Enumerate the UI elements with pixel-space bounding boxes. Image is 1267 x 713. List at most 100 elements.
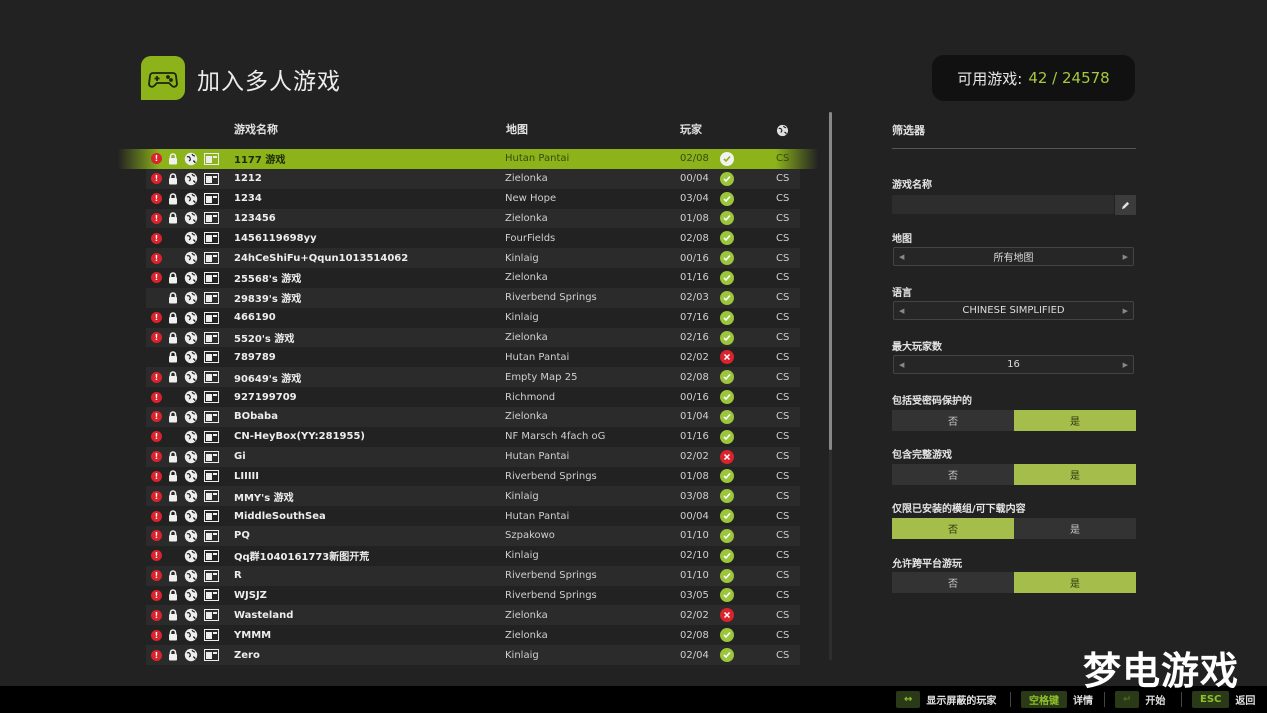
scrollbar-thumb[interactable] bbox=[829, 112, 832, 450]
server-row[interactable]: ! Qq群1040161773新图开荒 Kinlaig 02/10 CS bbox=[118, 546, 818, 566]
server-row[interactable]: ! Wasteland Zielonka 02/02 CS bbox=[118, 605, 818, 626]
server-row[interactable]: ! WJSJZ Riverbend Springs 03/05 CS bbox=[118, 586, 818, 606]
server-name: 789789 bbox=[234, 351, 276, 363]
server-row[interactable]: ! MMY's 游戏 Kinlaig 03/08 CS bbox=[118, 486, 818, 507]
globe-icon bbox=[184, 328, 198, 348]
server-row[interactable]: ! 24hCeShiFu+Qqun1013514062 Kinlaig 00/16 CS bbox=[118, 248, 818, 268]
server-language: CS bbox=[776, 470, 790, 482]
password-toggle-no[interactable]: 否 bbox=[892, 410, 1014, 431]
language-selector[interactable]: ◀ CHINESE SIMPLIFIED ▶ bbox=[893, 301, 1134, 320]
crossplay-toggle-no[interactable]: 否 bbox=[892, 572, 1014, 593]
server-available-check-icon bbox=[720, 189, 734, 209]
server-name: 1212 bbox=[234, 173, 262, 185]
platform-pc-icon bbox=[204, 149, 219, 169]
server-language: CS bbox=[776, 232, 790, 244]
lock-icon bbox=[168, 288, 178, 308]
server-available-check-icon bbox=[720, 486, 734, 506]
lock-icon bbox=[168, 149, 178, 169]
filter-mods-label: 仅限已安装的模组/可下载内容 bbox=[892, 504, 1026, 515]
arrow-left-icon[interactable]: ◀ bbox=[899, 307, 904, 315]
server-row[interactable]: ! 1234 New Hope 03/04 CS bbox=[118, 189, 818, 209]
arrow-right-icon[interactable]: ▶ bbox=[1123, 253, 1128, 261]
server-available-check-icon bbox=[720, 149, 734, 169]
server-players: 00/16 bbox=[680, 391, 709, 403]
warning-icon: ! bbox=[151, 407, 162, 427]
warning-icon: ! bbox=[151, 149, 162, 169]
server-row[interactable]: ! 90649's 游戏 Empty Map 25 02/08 CS bbox=[118, 367, 818, 387]
lock-icon bbox=[168, 308, 178, 328]
arrow-left-icon[interactable]: ◀ bbox=[899, 253, 904, 261]
column-header-name[interactable]: 游戏名称 bbox=[234, 121, 278, 137]
server-language: CS bbox=[776, 451, 790, 463]
warning-icon: ! bbox=[151, 268, 162, 288]
max-players-selector[interactable]: ◀ 16 ▶ bbox=[893, 355, 1134, 374]
server-name: YMMM bbox=[234, 629, 272, 641]
server-map: FourFields bbox=[505, 232, 556, 244]
server-row[interactable]: ! PQ Szpakowo 01/10 CS bbox=[118, 526, 818, 546]
warning-icon: ! bbox=[151, 566, 162, 586]
server-row[interactable]: ! 5520's 游戏 Zielonka 02/16 CS bbox=[118, 327, 818, 348]
server-players: 01/10 bbox=[680, 570, 709, 582]
server-row[interactable]: ! 25568's 游戏 Zielonka 01/16 CS bbox=[118, 268, 818, 288]
server-row[interactable]: ! 1212 Zielonka 00/04 CS bbox=[118, 168, 818, 189]
server-row[interactable]: 29839's 游戏 Riverbend Springs 02/03 CS bbox=[118, 287, 818, 308]
crossplay-toggle-yes[interactable]: 是 bbox=[1014, 572, 1136, 593]
edit-pencil-icon[interactable] bbox=[1115, 195, 1136, 215]
platform-pc-icon bbox=[204, 486, 219, 506]
server-name: 123456 bbox=[234, 212, 276, 224]
server-name: 466190 bbox=[234, 312, 276, 324]
server-row[interactable]: ! CN-HeyBox(YY:281955) NF Marsch 4fach oG 0… bbox=[118, 427, 818, 447]
platform-pc-icon bbox=[204, 347, 219, 367]
globe-icon bbox=[184, 506, 198, 526]
globe-icon bbox=[184, 546, 198, 566]
server-players: 02/10 bbox=[680, 550, 709, 562]
server-available-check-icon bbox=[720, 427, 734, 447]
server-row[interactable]: ! BObaba Zielonka 01/04 CS bbox=[118, 406, 818, 427]
game-name-input[interactable] bbox=[892, 195, 1114, 214]
globe-icon bbox=[184, 189, 198, 209]
platform-pc-icon bbox=[204, 209, 219, 229]
column-header-players[interactable]: 玩家 bbox=[680, 121, 702, 137]
server-row[interactable]: ! Zero Kinlaig 02/04 CS bbox=[118, 645, 818, 665]
server-row[interactable]: ! 1177 游戏 Hutan Pantai 02/08 CS bbox=[118, 149, 818, 169]
server-row[interactable]: ! LIIIII Riverbend Springs 01/08 CS bbox=[118, 467, 818, 487]
warning-icon: ! bbox=[151, 228, 162, 248]
server-map: Riverbend Springs bbox=[505, 589, 597, 601]
full-games-toggle-yes[interactable]: 是 bbox=[1014, 464, 1136, 485]
server-row[interactable]: ! MiddleSouthSea Hutan Pantai 00/04 CS bbox=[118, 506, 818, 526]
server-row[interactable]: ! 1456119698yy FourFields 02/08 CS bbox=[118, 228, 818, 248]
map-selector[interactable]: ◀ 所有地图 ▶ bbox=[893, 247, 1134, 266]
server-row[interactable]: ! YMMM Zielonka 02/08 CS bbox=[118, 625, 818, 645]
server-row[interactable]: ! R Riverbend Springs 01/10 CS bbox=[118, 565, 818, 586]
server-map: Zielonka bbox=[505, 173, 548, 185]
arrow-right-icon[interactable]: ▶ bbox=[1123, 307, 1128, 315]
password-toggle-yes[interactable]: 是 bbox=[1014, 410, 1136, 431]
server-map: NF Marsch 4fach oG bbox=[505, 431, 606, 443]
server-players: 02/02 bbox=[680, 609, 709, 621]
server-available-check-icon bbox=[720, 248, 734, 268]
server-available-check-icon bbox=[720, 526, 734, 546]
column-header-map[interactable]: 地图 bbox=[506, 121, 528, 137]
server-players: 02/16 bbox=[680, 332, 709, 344]
warning-icon: ! bbox=[151, 367, 162, 387]
server-row[interactable]: ! 123456 Zielonka 01/08 CS bbox=[118, 208, 818, 229]
server-row[interactable]: ! 466190 Kinlaig 07/16 CS bbox=[118, 308, 818, 328]
platform-pc-icon bbox=[204, 367, 219, 387]
globe-icon bbox=[184, 308, 198, 328]
server-name: 25568's 游戏 bbox=[234, 274, 302, 286]
mods-toggle-no[interactable]: 否 bbox=[892, 518, 1014, 539]
server-row[interactable]: 789789 Hutan Pantai 02/02 CS bbox=[118, 347, 818, 367]
server-row[interactable]: ! Gi Hutan Pantai 02/02 CS bbox=[118, 446, 818, 467]
column-header-language-globe-icon[interactable] bbox=[776, 122, 789, 141]
full-games-toggle-no[interactable]: 否 bbox=[892, 464, 1014, 485]
crossplay-toggle: 否 是 bbox=[892, 572, 1136, 593]
arrow-right-icon[interactable]: ▶ bbox=[1123, 361, 1128, 369]
arrow-left-icon[interactable]: ◀ bbox=[899, 361, 904, 369]
server-row[interactable]: ! 927199709 Richmond 00/16 CS bbox=[118, 387, 818, 407]
platform-pc-icon bbox=[204, 526, 219, 546]
platform-pc-icon bbox=[204, 447, 219, 467]
server-players: 01/10 bbox=[680, 530, 709, 542]
mods-toggle-yes[interactable]: 是 bbox=[1014, 518, 1136, 539]
server-name: R bbox=[234, 570, 242, 582]
show-hidden-players-hint[interactable]: ↔ 显示屏蔽的玩家 bbox=[896, 690, 996, 709]
